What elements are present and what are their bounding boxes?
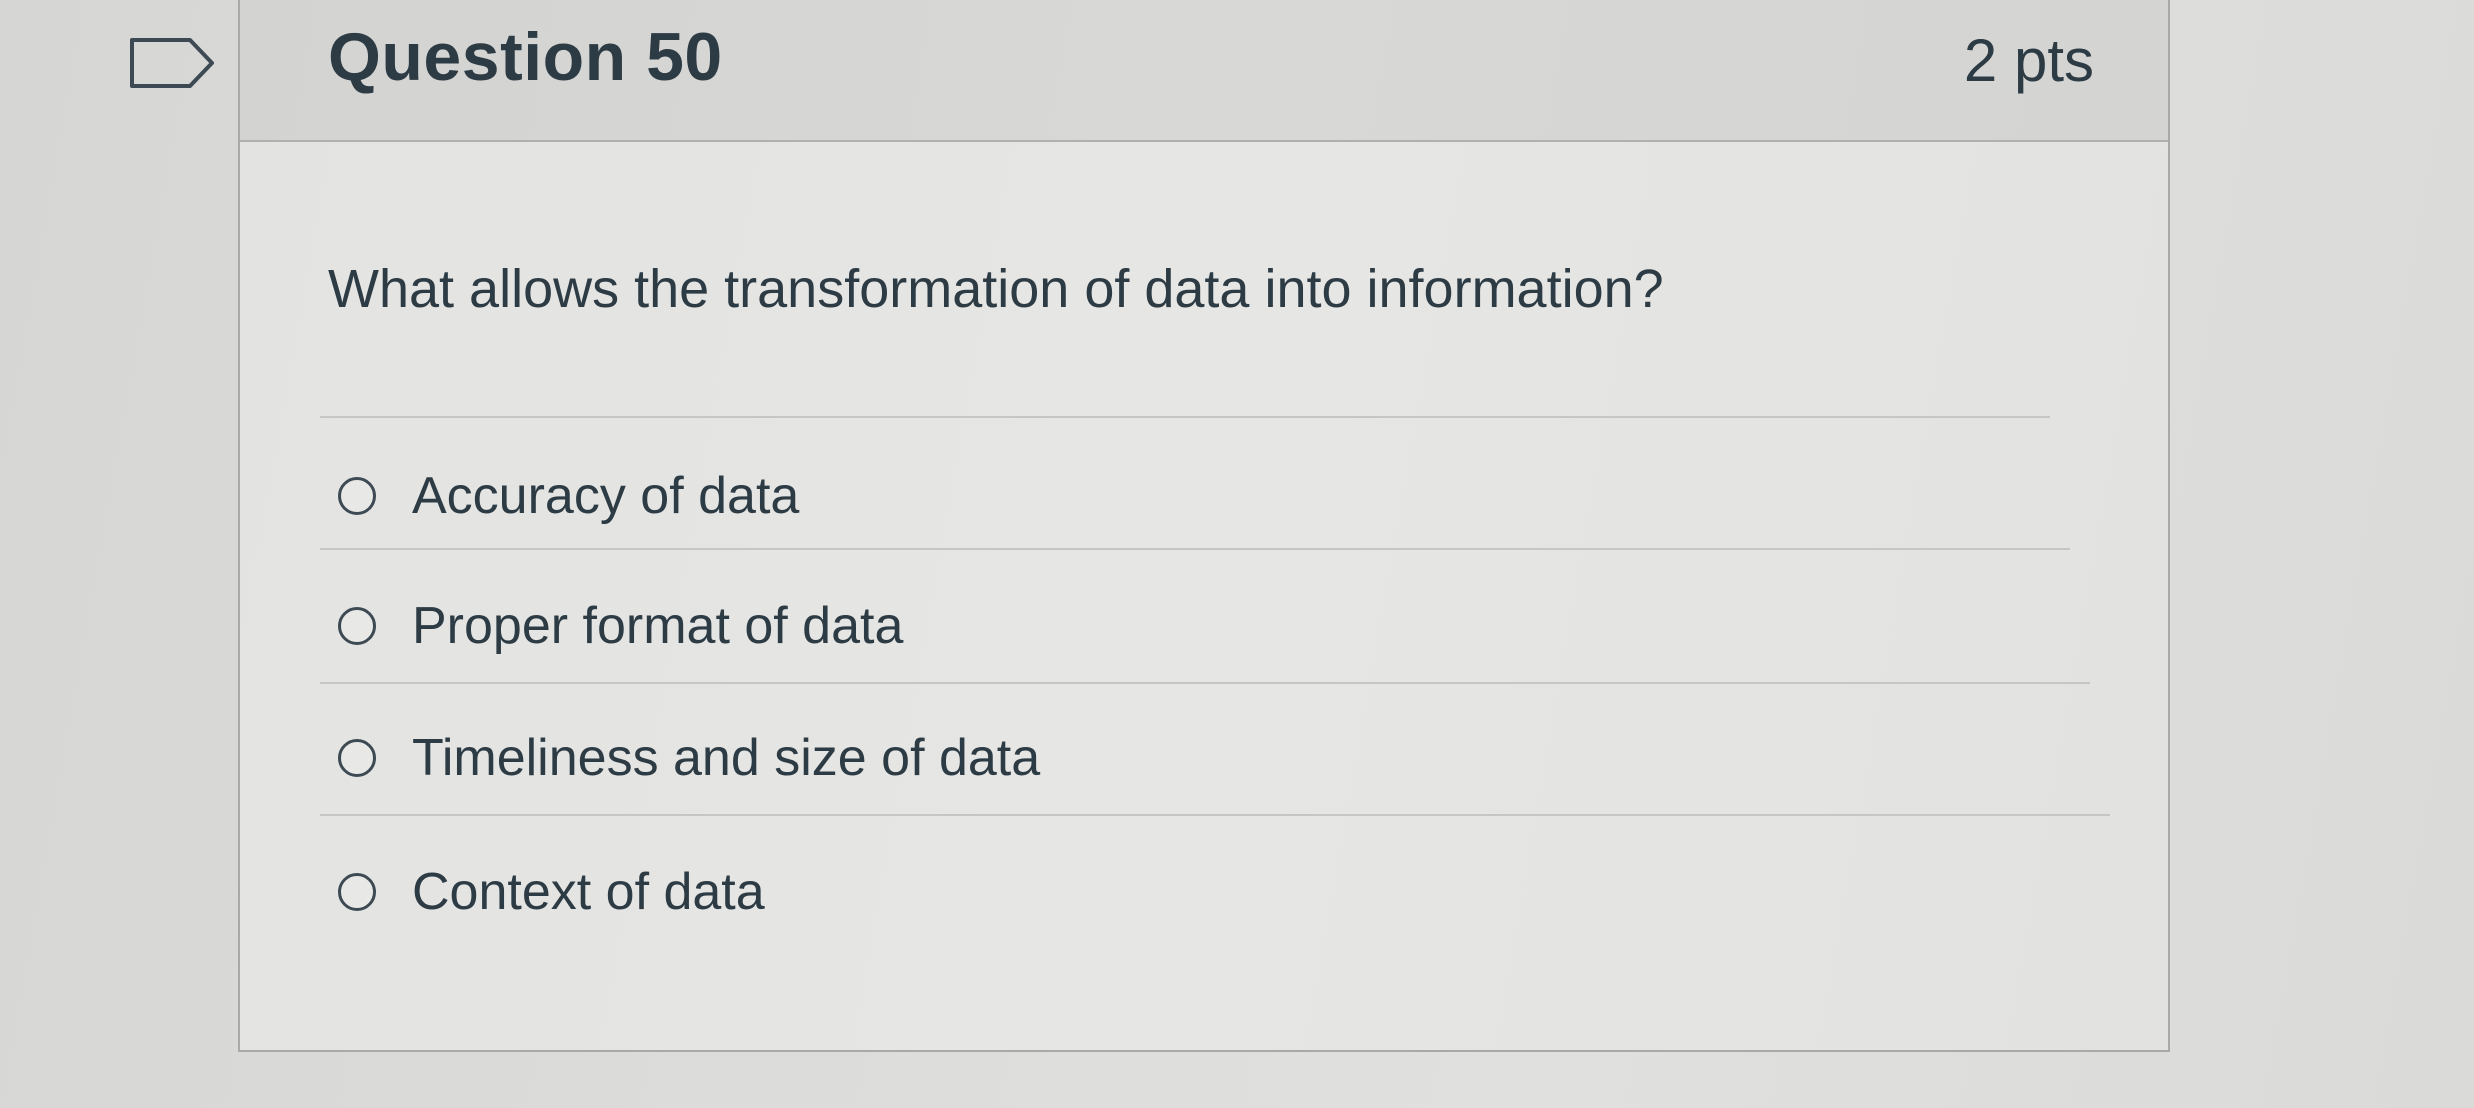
answer-option-2[interactable]: Proper format of data (338, 586, 903, 666)
radio-button[interactable] (338, 873, 376, 911)
question-title: Question 50 (328, 19, 723, 95)
radio-button[interactable] (338, 607, 376, 645)
radio-button[interactable] (338, 477, 376, 515)
question-points: 2 pts (1963, 27, 2094, 94)
question-header: Question 50 2 pts (240, 0, 2168, 142)
divider (320, 548, 2070, 550)
answer-option-1[interactable]: Accuracy of data (338, 456, 799, 536)
answer-label: Timeliness and size of data (412, 729, 1041, 787)
answer-option-3[interactable]: Timeliness and size of data (338, 718, 1040, 798)
answer-label: Context of data (412, 863, 765, 921)
question-card: Question 50 2 pts What allows the transf… (238, 0, 2170, 1052)
answer-label: Accuracy of data (412, 467, 800, 525)
flag-question-icon[interactable] (128, 36, 216, 90)
answer-label: Proper format of data (412, 597, 904, 655)
question-text: What allows the transformation of data i… (328, 259, 1664, 319)
divider (320, 416, 2050, 418)
divider (320, 682, 2090, 684)
radio-button[interactable] (338, 739, 376, 777)
answer-option-4[interactable]: Context of data (338, 852, 765, 932)
divider (320, 814, 2110, 816)
